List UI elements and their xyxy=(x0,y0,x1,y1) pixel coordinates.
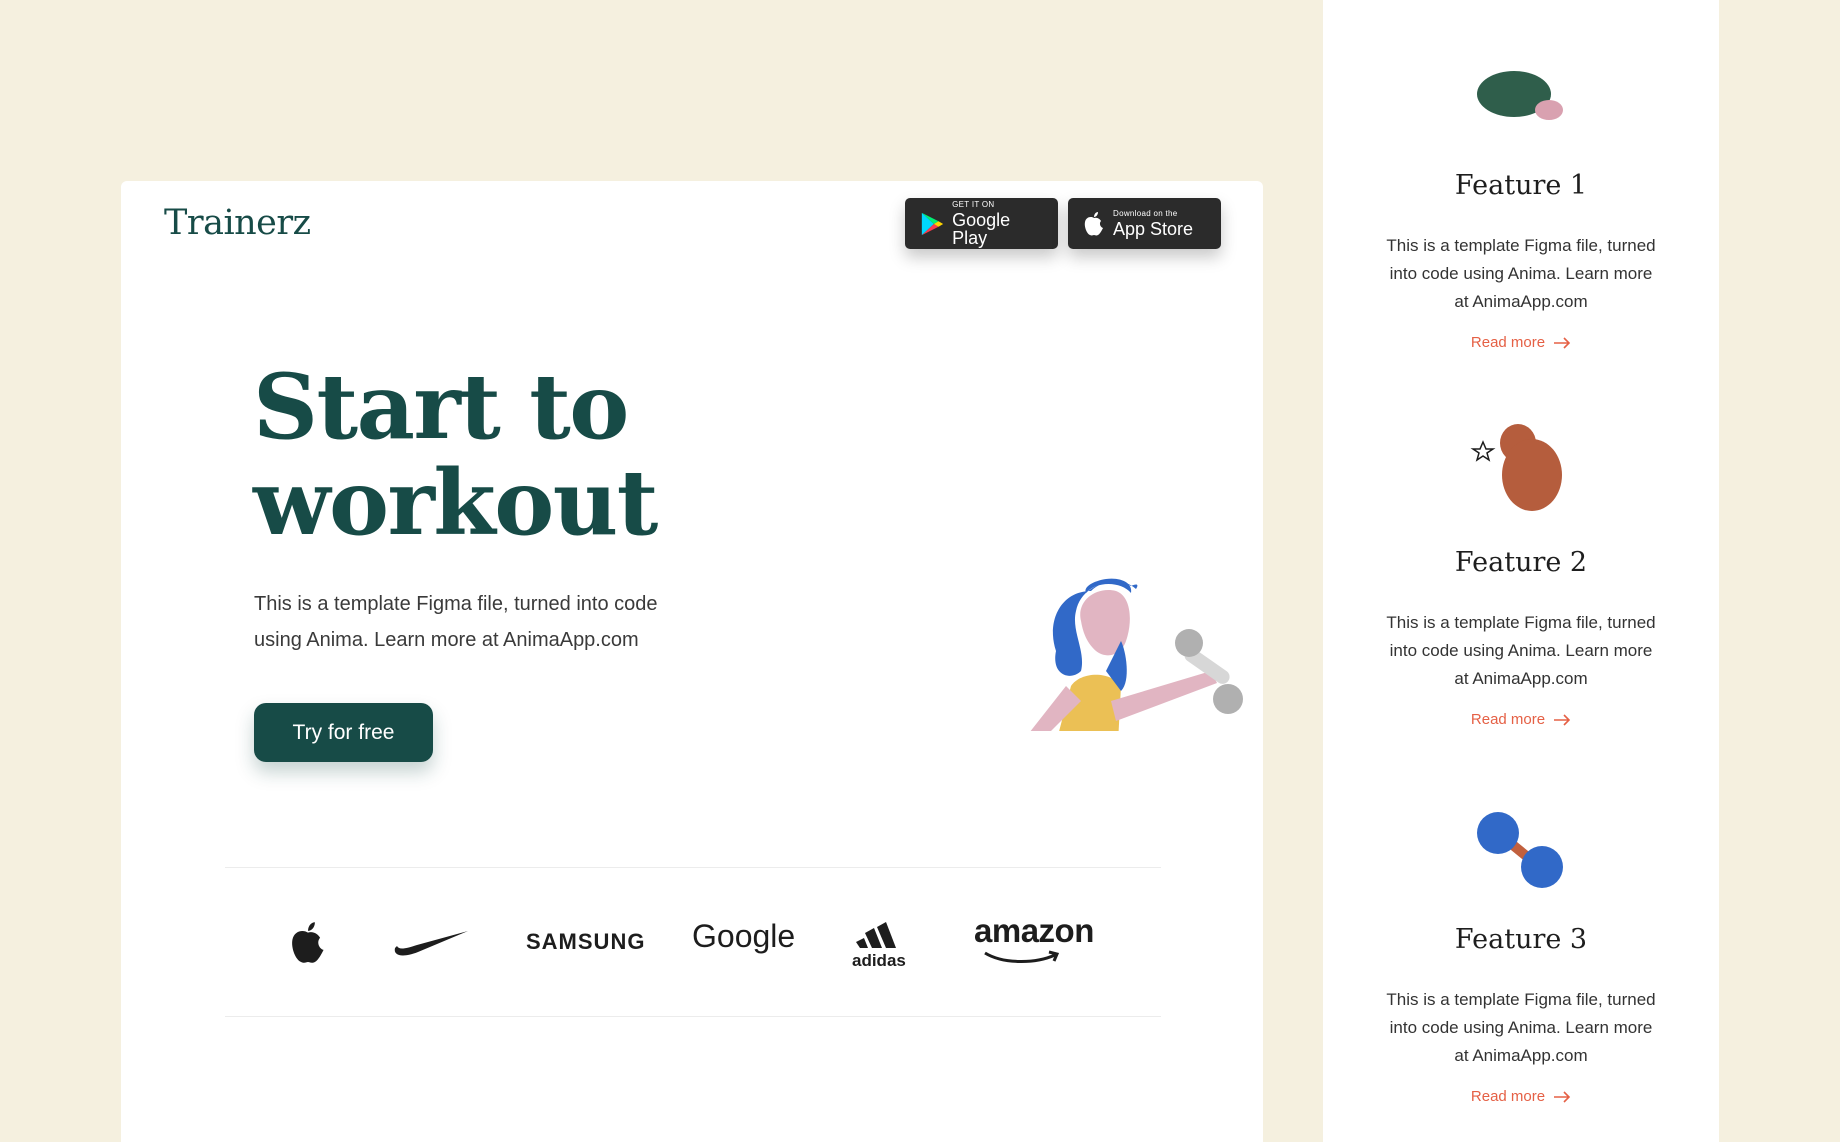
feature-description: This is a template Figma file, turned in… xyxy=(1386,613,1656,688)
read-more-link[interactable]: Read more xyxy=(1323,334,1719,351)
amazon-logo: amazon xyxy=(974,912,1094,949)
read-more-label: Read more xyxy=(1470,711,1546,728)
arrow-right-icon xyxy=(1554,1090,1571,1103)
adidas-logo xyxy=(856,922,896,948)
nike-logo xyxy=(394,931,468,956)
hero-description: This is a template Figma file, turned in… xyxy=(254,593,658,651)
google-play-small-label: GET IT ON xyxy=(952,199,995,209)
features-panel: Feature 1 This is a template Figma file,… xyxy=(1323,0,1719,1142)
google-play-icon xyxy=(921,212,944,235)
kettlebell-icon xyxy=(1470,424,1562,511)
read-more-link[interactable]: Read more xyxy=(1323,711,1719,728)
app-store-button[interactable]: Download on the App Store xyxy=(1068,198,1221,249)
hero-title: Start to workout xyxy=(253,359,773,551)
feature-title: Feature 2 xyxy=(1454,547,1588,578)
adidas-wordmark: adidas xyxy=(852,951,906,970)
feature-title: Feature 1 xyxy=(1454,170,1588,201)
arrow-right-icon xyxy=(1554,336,1571,349)
google-play-button[interactable]: GET IT ON Google Play xyxy=(905,198,1058,249)
blob-icon xyxy=(1477,71,1563,120)
hero-title-line2: workout xyxy=(253,450,658,556)
amazon-smile xyxy=(984,950,1060,963)
feature-description: This is a template Figma file, turned in… xyxy=(1386,990,1656,1065)
workout-illustration xyxy=(1030,578,1243,731)
try-for-free-button[interactable]: Try for free xyxy=(254,703,433,762)
hero-title-line1: Start to xyxy=(253,354,629,460)
arrow-right-icon xyxy=(1554,713,1571,726)
samsung-logo: SAMSUNG xyxy=(526,929,646,954)
read-more-label: Read more xyxy=(1470,1088,1546,1105)
brand-logo[interactable]: Trainerz xyxy=(164,203,311,243)
app-store-label: App Store xyxy=(1113,218,1194,239)
read-more-link[interactable]: Read more xyxy=(1323,1088,1719,1105)
app-store-small-label: Download on the xyxy=(1113,208,1178,218)
feature-description: This is a template Figma file, turned in… xyxy=(1386,236,1656,311)
apple-icon xyxy=(1084,211,1103,235)
apple-logo xyxy=(292,922,324,963)
google-play-label: Google Play xyxy=(952,209,1011,248)
feature-title: Feature 3 xyxy=(1454,924,1588,955)
hero-card: Trainerz GET IT ON Google Play Download … xyxy=(121,181,1263,1142)
google-logo: Google xyxy=(692,918,796,954)
dumbbell-icon xyxy=(1477,812,1563,888)
read-more-label: Read more xyxy=(1470,334,1546,351)
brand-logo-strip: SAMSUNG Google adidas amazon xyxy=(225,867,1161,1017)
